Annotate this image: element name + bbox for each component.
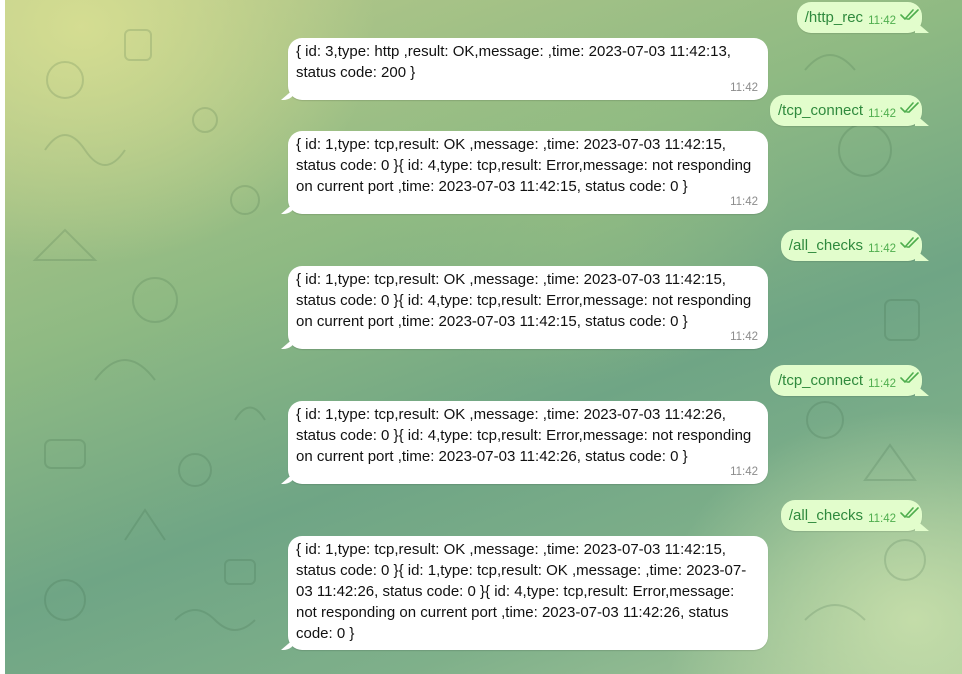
message-timestamp: 11:42 bbox=[868, 513, 896, 525]
message-text: { id: 1,type: tcp,result: OK ,message: ,… bbox=[296, 271, 752, 330]
message-text: /tcp_connect bbox=[778, 372, 864, 389]
message-timestamp: 11:42 bbox=[868, 243, 896, 255]
incoming-message[interactable]: { id: 3,type: http ,result: OK,message: … bbox=[288, 38, 768, 100]
message-timestamp: 11:42 bbox=[868, 108, 896, 120]
message-text: { id: 1,type: tcp,result: OK ,message: ,… bbox=[296, 136, 752, 195]
double-check-icon bbox=[900, 372, 919, 383]
message-meta: 11:42 bbox=[868, 372, 919, 395]
double-check-icon bbox=[900, 102, 919, 113]
message-timestamp: 11:42 bbox=[730, 331, 758, 343]
outgoing-message[interactable]: /tcp_connect 11:42 bbox=[770, 95, 922, 126]
chat-background: /http_rec 11:42{ id: 3,type: http ,result… bbox=[5, 0, 962, 674]
double-check-icon bbox=[900, 9, 919, 20]
outgoing-message[interactable]: /tcp_connect 11:42 bbox=[770, 365, 922, 396]
message-text: { id: 1,type: tcp,result: OK ,message: ,… bbox=[296, 406, 752, 465]
outgoing-message[interactable]: /all_checks 11:42 bbox=[780, 230, 922, 261]
double-check-icon bbox=[900, 237, 919, 248]
message-meta: 11:42 bbox=[868, 102, 919, 125]
incoming-message[interactable]: { id: 1,type: tcp,result: OK ,message: ,… bbox=[288, 401, 768, 484]
message-meta: 11:42 bbox=[868, 237, 919, 260]
outgoing-message[interactable]: /all_checks 11:42 bbox=[780, 500, 922, 531]
message-timestamp: 11:42 bbox=[730, 466, 758, 478]
message-text: { id: 3,type: http ,result: OK,message: … bbox=[296, 43, 731, 81]
incoming-message[interactable]: { id: 1,type: tcp,result: OK ,message: ,… bbox=[288, 131, 768, 214]
message-timestamp: 11:42 bbox=[730, 82, 758, 94]
double-check-icon bbox=[900, 507, 919, 518]
message-text: /all_checks bbox=[788, 507, 864, 524]
message-timestamp: 11:42 bbox=[730, 196, 758, 208]
message-timestamp: 11:42 bbox=[868, 15, 896, 27]
message-text: /http_rec bbox=[804, 9, 864, 26]
message-meta: 11:42 bbox=[868, 507, 919, 530]
incoming-message[interactable]: { id: 1,type: tcp,result: OK ,message: ,… bbox=[288, 266, 768, 349]
outgoing-message[interactable]: /http_rec 11:42 bbox=[796, 2, 922, 33]
message-text: { id: 1,type: tcp,result: OK ,message: ,… bbox=[296, 541, 747, 642]
message-meta: 11:42 bbox=[868, 9, 919, 32]
message-text: /tcp_connect bbox=[778, 102, 864, 119]
incoming-message[interactable]: { id: 1,type: tcp,result: OK ,message: ,… bbox=[288, 536, 768, 650]
message-text: /all_checks bbox=[788, 237, 864, 254]
message-timestamp: 11:42 bbox=[868, 378, 896, 390]
